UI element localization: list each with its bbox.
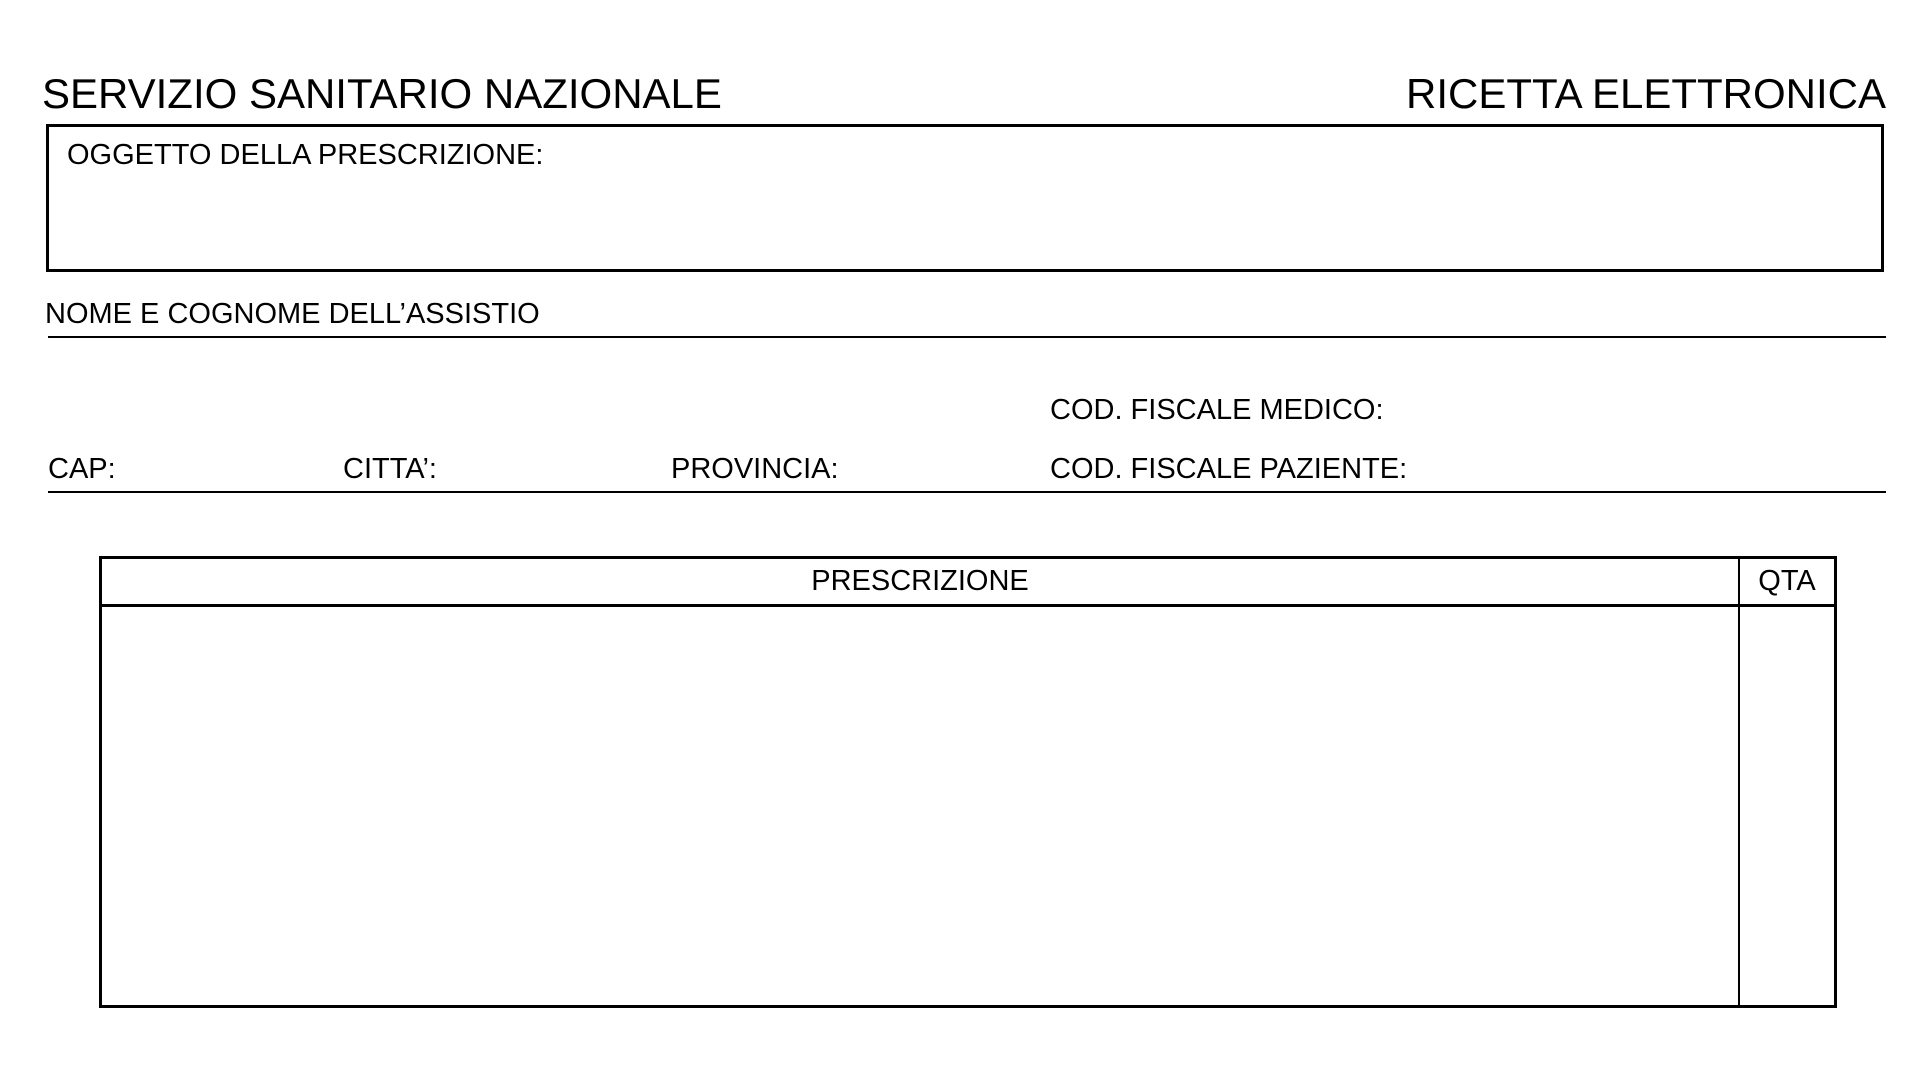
service-title: SERVIZIO SANITARIO NAZIONALE: [42, 70, 722, 117]
prescription-entry-area[interactable]: [102, 607, 1738, 1005]
patient-name-line[interactable]: [48, 336, 1886, 338]
prescription-object-label: OGGETTO DELLA PRESCRIZIONE:: [67, 139, 544, 171]
prescription-object-box[interactable]: OGGETTO DELLA PRESCRIZIONE:: [46, 124, 1884, 272]
patient-name-label: NOME E COGNOME DELL’ASSISTIO: [45, 298, 540, 330]
prescription-column-header: PRESCRIZIONE: [811, 565, 1029, 597]
city-label: CITTA’:: [343, 453, 437, 485]
quantity-column-header: QTA: [1758, 565, 1816, 597]
prescription-type-title: RICETTA ELETTRONICA: [1406, 70, 1886, 117]
patient-tax-code-label: COD. FISCALE PAZIENTE:: [1050, 453, 1408, 485]
doctor-tax-code-label: COD. FISCALE MEDICO:: [1050, 394, 1384, 426]
address-line[interactable]: [48, 491, 1886, 493]
prescription-table: PRESCRIZIONE QTA: [99, 556, 1837, 1008]
cap-label: CAP:: [48, 453, 116, 485]
quantity-entry-area[interactable]: [1740, 607, 1834, 1005]
province-label: PROVINCIA:: [671, 453, 839, 485]
